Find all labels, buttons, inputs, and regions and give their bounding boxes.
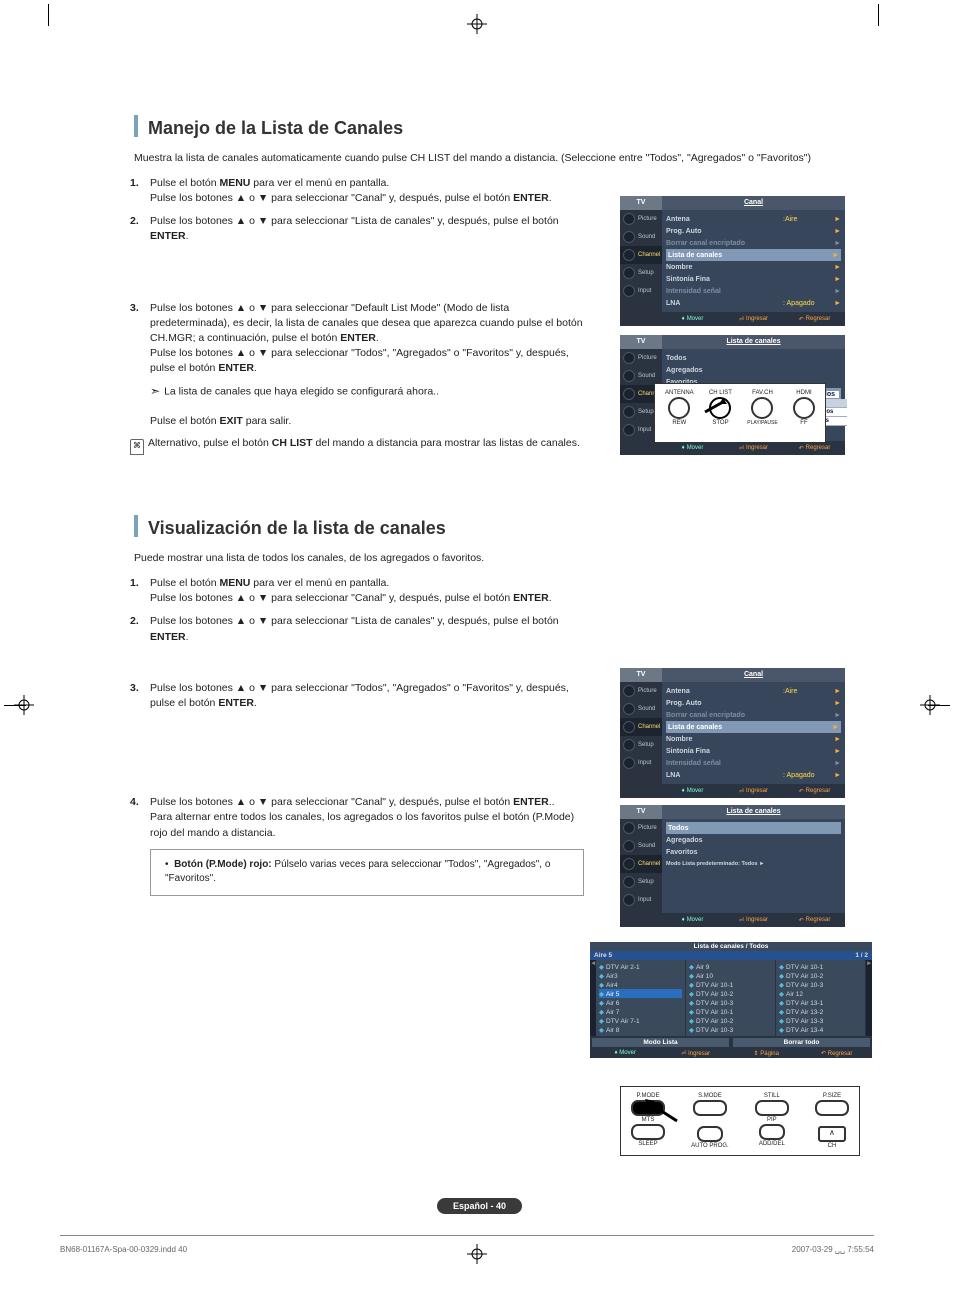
osd-canal-2: TVCanal Picture Sound Channel Setup Inpu…	[620, 668, 845, 798]
step-2-2: Pulse los botones ▲ o ▼ para seleccionar…	[150, 614, 590, 644]
alt-note: Alternativo, pulse el botón CH LIST del …	[148, 437, 580, 449]
channel-list-grid: Lista de canales / Todos Aire 51 / 2 ◄ ◆…	[590, 942, 872, 1058]
step-1-3: Pulse los botones ▲ o ▼ para seleccionar…	[150, 301, 590, 430]
osd-canal-1: TVCanal Picture Sound Channel Setup Inpu…	[620, 196, 845, 326]
remote-illustration-2: P.MODEMTSSLEEP S.MODEAUTO PROG. STILLPIP…	[620, 1086, 860, 1156]
register-icon	[467, 14, 487, 34]
remote-icon: ⌘	[130, 439, 144, 455]
step-2-1: Pulse el botón MENU para ver el menú en …	[150, 576, 590, 606]
section-2-title: Visualización de la lista de canales	[134, 515, 870, 539]
step-1-1: Pulse el botón MENU para ver el menú en …	[150, 176, 590, 206]
step-1-2: Pulse los botones ▲ o ▼ para seleccionar…	[150, 214, 590, 244]
exit-note: Pulse el botón EXIT para salir.	[150, 414, 584, 429]
osd-lista-2: TVLista de canales Picture Sound Channel…	[620, 805, 845, 927]
section-2-intro: Puede mostrar una lista de todos los can…	[134, 551, 870, 566]
note-icon: ➣	[150, 383, 160, 400]
footer-timestamp: 2007-03-29 ␣␣ 7:55:54	[792, 1245, 874, 1254]
register-icon	[920, 695, 940, 715]
step-2-4: Pulse los botones ▲ o ▼ para seleccionar…	[150, 795, 590, 896]
section-1-title: Manejo de la Lista de Canales	[134, 115, 870, 139]
pmode-note: • Botón (P.Mode) rojo: Púlselo varias ve…	[150, 849, 584, 896]
page-badge: Español - 40	[437, 1196, 522, 1214]
register-icon	[14, 695, 34, 715]
register-icon	[467, 1244, 487, 1264]
step-2-3: Pulse los botones ▲ o ▼ para seleccionar…	[150, 681, 590, 711]
footer-filename: BN68-01167A-Spa-00-0329.indd 40	[60, 1245, 187, 1254]
remote-illustration-1: ANTENNAREW CH LISTSTOP FAV.CHPLAY/PAUSE …	[654, 383, 826, 443]
section-1-intro: Muestra la lista de canales automaticame…	[134, 151, 870, 166]
